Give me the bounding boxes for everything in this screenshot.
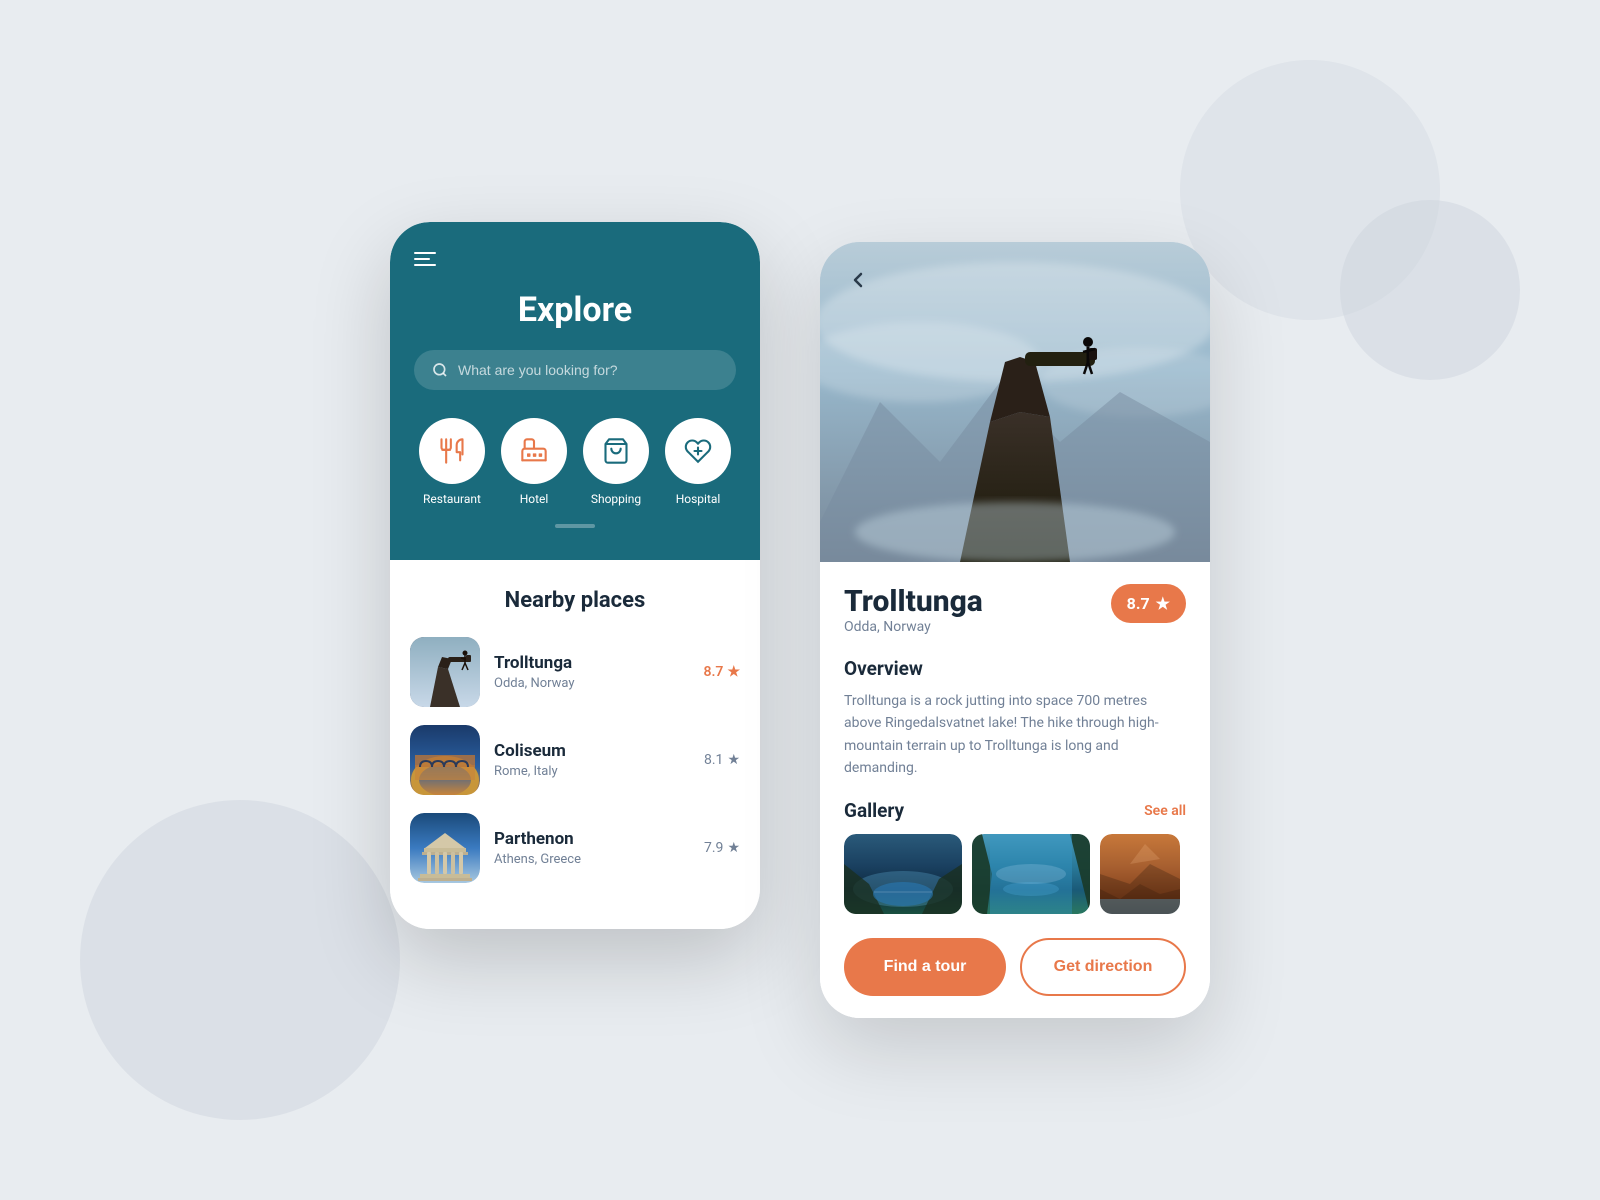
place-rating-coliseum: 8.1 ★: [704, 752, 740, 768]
place-item-trolltunga[interactable]: Trolltunga Odda, Norway 8.7 ★: [410, 637, 740, 707]
place-image-coliseum: [410, 725, 480, 795]
place-image-parthenon: [410, 813, 480, 883]
category-circle-shopping: [583, 418, 649, 484]
gallery-svg-3: [1100, 834, 1180, 914]
back-button[interactable]: [840, 262, 876, 298]
detail-hero-image: [820, 242, 1210, 562]
hospital-icon: [684, 437, 712, 465]
rating-value: 8.7: [1127, 594, 1150, 613]
scroll-indicator: [414, 516, 736, 530]
category-label-hotel: Hotel: [520, 492, 549, 506]
category-hotel[interactable]: Hotel: [501, 418, 567, 506]
search-icon: [432, 362, 448, 378]
gallery-image-3[interactable]: [1100, 834, 1180, 914]
category-circle-hospital: [665, 418, 731, 484]
get-direction-button[interactable]: Get direction: [1020, 938, 1186, 996]
detail-title-group: Trolltunga Odda, Norway: [844, 584, 983, 653]
coliseum-thumbnail: [410, 725, 480, 795]
detail-header: Trolltunga Odda, Norway 8.7 ★: [844, 584, 1186, 653]
place-location-coliseum: Rome, Italy: [494, 764, 690, 779]
phones-container: Explore Res: [390, 182, 1210, 1019]
gallery-image-2[interactable]: [972, 834, 1090, 914]
explore-header: Explore Res: [390, 222, 760, 560]
search-input[interactable]: [458, 362, 718, 378]
place-info-coliseum: Coliseum Rome, Italy: [494, 741, 690, 779]
hotel-icon: [520, 437, 548, 465]
scroll-dot: [555, 524, 595, 528]
category-label-hospital: Hospital: [676, 492, 721, 506]
category-circle-restaurant: [419, 418, 485, 484]
bg-decoration-1: [80, 800, 400, 1120]
parthenon-thumbnail: [410, 813, 480, 883]
place-rating-parthenon: 7.9 ★: [704, 840, 740, 856]
rating-star-icon: ★: [1156, 594, 1170, 613]
place-name-trolltunga: Trolltunga: [494, 653, 689, 673]
category-label-restaurant: Restaurant: [423, 492, 481, 506]
place-rating-trolltunga: 8.7 ★: [703, 664, 740, 680]
gallery-header: Gallery See all: [844, 799, 1186, 822]
action-buttons: Find a tour Get direction: [844, 938, 1186, 996]
detail-place-name: Trolltunga: [844, 584, 983, 619]
phone-detail: Trolltunga Odda, Norway 8.7 ★ Overview T…: [820, 242, 1210, 1019]
restaurant-icon: [438, 437, 466, 465]
shopping-icon: [602, 437, 630, 465]
trolltunga-thumbnail: [410, 637, 480, 707]
gallery-grid: [844, 834, 1186, 914]
see-all-button[interactable]: See all: [1144, 803, 1186, 819]
find-tour-button[interactable]: Find a tour: [844, 938, 1006, 996]
category-circle-hotel: [501, 418, 567, 484]
rating-badge: 8.7 ★: [1111, 584, 1186, 623]
category-restaurant[interactable]: Restaurant: [419, 418, 485, 506]
hero-svg: [820, 242, 1210, 562]
phone-explore: Explore Res: [390, 222, 760, 929]
place-image-trolltunga: [410, 637, 480, 707]
place-item-parthenon[interactable]: Parthenon Athens, Greece 7.9 ★: [410, 813, 740, 883]
bg-decoration-3: [1340, 200, 1520, 380]
gallery-svg-1: [844, 834, 962, 914]
category-shopping[interactable]: Shopping: [583, 418, 649, 506]
category-hospital[interactable]: Hospital: [665, 418, 731, 506]
overview-text: Trolltunga is a rock jutting into space …: [844, 690, 1186, 780]
place-location-parthenon: Athens, Greece: [494, 852, 690, 867]
nearby-section: Nearby places: [390, 560, 760, 929]
detail-content: Trolltunga Odda, Norway 8.7 ★ Overview T…: [820, 562, 1210, 1019]
hamburger-menu-icon[interactable]: [414, 252, 736, 266]
gallery-image-1[interactable]: [844, 834, 962, 914]
place-location-trolltunga: Odda, Norway: [494, 676, 689, 691]
categories-row: Restaurant Hotel: [414, 418, 736, 516]
place-info-parthenon: Parthenon Athens, Greece: [494, 829, 690, 867]
detail-place-location: Odda, Norway: [844, 619, 983, 635]
place-item-coliseum[interactable]: Coliseum Rome, Italy 8.1 ★: [410, 725, 740, 795]
search-bar[interactable]: [414, 350, 736, 390]
overview-title: Overview: [844, 657, 1186, 680]
category-label-shopping: Shopping: [591, 492, 641, 506]
place-name-coliseum: Coliseum: [494, 741, 690, 761]
gallery-svg-2: [972, 834, 1090, 914]
gallery-title: Gallery: [844, 799, 904, 822]
place-name-parthenon: Parthenon: [494, 829, 690, 849]
explore-title: Explore: [414, 290, 736, 330]
nearby-title: Nearby places: [410, 588, 740, 613]
place-info-trolltunga: Trolltunga Odda, Norway: [494, 653, 689, 691]
